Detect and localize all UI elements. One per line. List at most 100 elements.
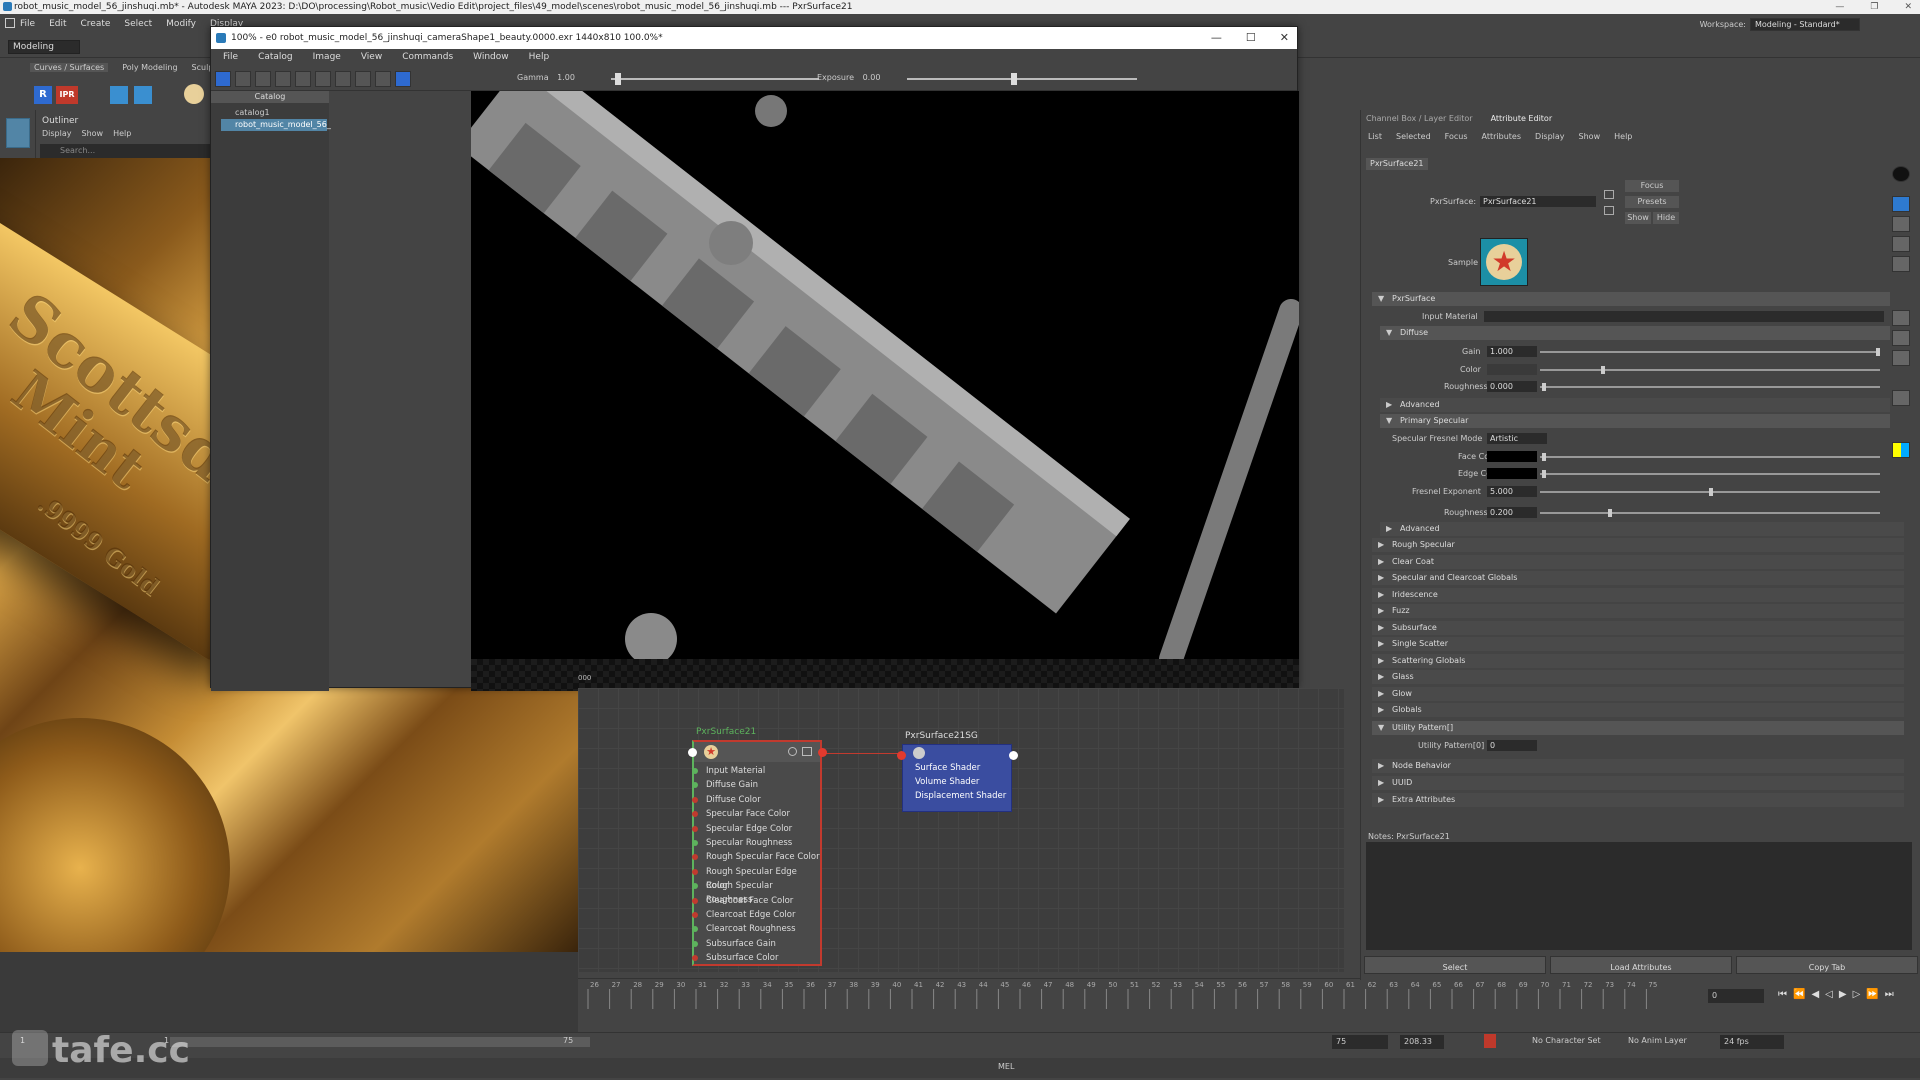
outliner-menu-display[interactable]: Display — [42, 129, 72, 138]
range-end-field[interactable]: 75 — [1332, 1035, 1388, 1049]
exposure-slider-track[interactable] — [907, 78, 1137, 80]
ae-input-icon[interactable] — [1604, 190, 1614, 199]
ae-section-utility-pattern[interactable]: ▼ Utility Pattern[] — [1372, 721, 1904, 735]
ae-menu-attributes[interactable]: Attributes — [1482, 132, 1522, 141]
menu-modify[interactable]: Modify — [166, 19, 196, 29]
ae-copy-tab-button[interactable]: Copy Tab — [1736, 956, 1918, 974]
ae-collapsed-section[interactable]: ▶ Specular and Clearcoat Globals — [1372, 571, 1904, 585]
ae-section-primary-specular[interactable]: ▼ Primary Specular — [1380, 414, 1904, 428]
rv-menu-help[interactable]: Help — [529, 49, 550, 65]
sg-port-surface[interactable]: Surface Shader — [915, 761, 980, 775]
rv-close-icon[interactable]: ✕ — [1280, 27, 1289, 49]
undo-icon[interactable] — [1892, 310, 1910, 326]
range-inner-end[interactable]: 75 — [563, 1036, 573, 1045]
catalog-item[interactable]: catalog1 — [221, 107, 270, 119]
time-slider[interactable]: 26 27 28 29 30 31 32 33 34 35 36 37 38 39 40 41 42 43 44 45… — [578, 978, 1920, 1018]
ae-face-color-swatch[interactable] — [1487, 451, 1537, 462]
node-port[interactable]: Clearcoat Edge Color — [706, 908, 795, 922]
outliner-menu-show[interactable]: Show — [82, 129, 104, 138]
gamma-slider-track[interactable] — [611, 78, 819, 80]
port-connector-icon[interactable] — [692, 955, 698, 962]
catalog-item-selected[interactable]: robot_music_model_56_ — [221, 119, 331, 131]
node-port[interactable]: Specular Roughness — [706, 836, 792, 850]
render-settings-icon[interactable] — [110, 86, 128, 104]
outliner-menu-help[interactable]: Help — [113, 129, 131, 138]
rv-menu-window[interactable]: Window — [473, 49, 509, 65]
workspace-dropdown[interactable]: Modeling - Standard* — [1750, 18, 1860, 31]
ae-menu-focus[interactable]: Focus — [1445, 132, 1468, 141]
ae-menu-show[interactable]: Show — [1579, 132, 1601, 141]
sg-port-volume[interactable]: Volume Shader — [915, 775, 979, 789]
ae-fresnel-exp-field[interactable]: 5.000 — [1487, 486, 1537, 497]
rv-snapshot-icon[interactable] — [295, 71, 311, 87]
ae-fresnel-exp-handle[interactable] — [1709, 488, 1713, 496]
rv-menu-file[interactable]: File — [223, 49, 238, 65]
rv-compare-icon[interactable] — [335, 71, 351, 87]
ae-collapsed-section[interactable]: ▶ Scattering Globals — [1372, 653, 1904, 668]
step-back-icon[interactable]: ◀ — [1811, 989, 1819, 1000]
port-connector-icon[interactable] — [692, 912, 698, 918]
port-connector-icon[interactable] — [692, 854, 698, 861]
tab-attribute-editor[interactable]: Attribute Editor — [1491, 114, 1553, 123]
ae-color-slider[interactable] — [1540, 369, 1880, 371]
port-connector-icon[interactable] — [692, 796, 698, 803]
ae-collapsed-section[interactable]: ▶ Glass — [1372, 670, 1904, 684]
clipboard-icon[interactable] — [1892, 390, 1910, 406]
ae-collapsed-section[interactable]: ▶ Globals — [1372, 703, 1904, 717]
ae-collapsed-section[interactable]: ▶ Rough Specular — [1372, 538, 1904, 552]
node-port[interactable]: Clearcoat Face Color — [706, 894, 793, 908]
rv-zoom-icon[interactable] — [235, 71, 251, 87]
ae-collapsed-section[interactable]: ▶ Clear Coat — [1372, 554, 1904, 569]
ae-menu-display[interactable]: Display — [1535, 132, 1565, 141]
ae-roughness-field[interactable]: 0.000 — [1487, 381, 1537, 392]
ae-focus-button[interactable]: Focus — [1625, 180, 1679, 192]
go-end-icon[interactable]: ⏭ — [1885, 989, 1894, 1000]
port-connector-icon[interactable] — [692, 825, 698, 832]
ae-input-material-field[interactable] — [1484, 311, 1884, 322]
close-icon[interactable]: ✕ — [1904, 0, 1912, 14]
fps-dropdown[interactable]: 24 fps — [1720, 1035, 1784, 1049]
ae-show-button[interactable]: Show — [1625, 212, 1651, 224]
menu-select[interactable]: Select — [124, 19, 152, 29]
rv-menu-commands[interactable]: Commands — [402, 49, 453, 65]
ae-gain-slider[interactable] — [1540, 351, 1880, 353]
port-connector-icon[interactable] — [692, 782, 698, 789]
ae-color-handle[interactable] — [1601, 366, 1605, 374]
ae-fresnel-mode-dropdown[interactable]: Artistic — [1487, 433, 1547, 444]
gamma-value[interactable]: 1.00 — [557, 73, 575, 82]
color-palette-icon[interactable] — [1892, 442, 1910, 458]
node-input-port-icon[interactable] — [688, 748, 697, 757]
ae-node-name-field[interactable]: PxrSurface21 — [1480, 196, 1596, 207]
auto-key-icon[interactable] — [1484, 1034, 1496, 1048]
ae-collapsed-section[interactable]: ▶ Single Scatter — [1372, 637, 1904, 651]
ae-hide-button[interactable]: Hide — [1653, 212, 1679, 224]
port-connector-icon[interactable] — [692, 926, 698, 933]
rv-menu-view[interactable]: View — [361, 49, 382, 65]
ae-roughness-slider[interactable] — [1540, 386, 1880, 388]
node-output-port-icon[interactable] — [818, 748, 827, 757]
ae-face-color-handle[interactable] — [1542, 453, 1546, 461]
rv-maximize-icon[interactable]: ☐ — [1246, 27, 1256, 49]
go-start-icon[interactable]: ⏮ — [1778, 989, 1787, 1000]
ae-utility-pattern-field[interactable]: 0 — [1487, 740, 1537, 751]
sg-output-port-icon[interactable] — [1009, 751, 1018, 760]
node-port[interactable]: Diffuse Gain — [706, 778, 758, 792]
ae-section-node-behavior[interactable]: ▶ Node Behavior — [1372, 759, 1904, 773]
select-tool-icon[interactable] — [6, 118, 30, 148]
node-port[interactable]: Specular Edge Color — [706, 822, 792, 836]
ae-diffuse-color-swatch[interactable] — [1487, 364, 1537, 375]
ae-gain-handle[interactable] — [1876, 348, 1880, 356]
render-view-icon[interactable] — [134, 86, 152, 104]
ae-collapsed-section[interactable]: ▶ Subsurface — [1372, 620, 1904, 635]
ae-collapsed-section[interactable]: ▶ Glow — [1372, 686, 1904, 701]
ae-spec-roughness-slider[interactable] — [1540, 512, 1880, 514]
port-connector-icon[interactable] — [692, 840, 698, 846]
range-max-field[interactable]: 208.33 — [1400, 1035, 1444, 1049]
ae-collapsed-section[interactable]: ▶ Fuzz — [1372, 604, 1904, 618]
ae-node-tab[interactable]: PxrSurface21 — [1366, 158, 1428, 170]
step-forward-key-icon[interactable]: ⏩ — [1866, 989, 1878, 1000]
ae-collapsed-section[interactable]: ▶ Iridescence — [1372, 587, 1904, 602]
port-connector-icon[interactable] — [692, 868, 698, 875]
anim-layer-dropdown[interactable]: No Anim Layer — [1628, 1036, 1687, 1045]
maximize-icon[interactable]: ❐ — [1870, 0, 1878, 14]
